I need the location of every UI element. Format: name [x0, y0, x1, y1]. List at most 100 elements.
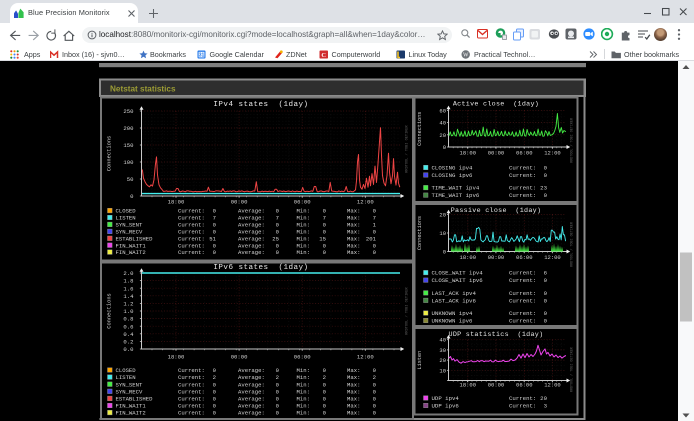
svg-text:UDP statistics (1day): UDP statistics (1day)	[449, 331, 544, 339]
svg-text:0.2: 0.2	[123, 338, 133, 345]
svg-text:20: 20	[439, 211, 446, 218]
svg-text:10: 10	[439, 367, 446, 374]
svg-text:Average:: Average:	[238, 409, 265, 416]
svg-text:Max:: Max:	[347, 402, 360, 409]
svg-text:Min:: Min:	[297, 388, 310, 395]
svg-text:0: 0	[544, 317, 548, 324]
svg-text:20: 20	[540, 395, 547, 402]
svg-text:Current:: Current:	[178, 367, 205, 374]
svg-text:12:00: 12:00	[357, 353, 374, 360]
svg-text:CLOSING ipv6: CLOSING ipv6	[432, 172, 474, 179]
svg-text:Current:: Current:	[509, 289, 536, 296]
svg-text:1.8: 1.8	[123, 277, 133, 284]
svg-text:0.4: 0.4	[123, 330, 134, 337]
svg-text:Average:: Average:	[238, 388, 265, 395]
svg-text:60: 60	[439, 107, 446, 114]
svg-text:Current:: Current:	[509, 164, 536, 171]
svg-text:C: C	[321, 51, 326, 58]
svg-text:ESTABLISHED: ESTABLISHED	[116, 395, 154, 402]
svg-text:Max:: Max:	[347, 367, 360, 374]
svg-text:SYN_RECV: SYN_RECV	[116, 388, 143, 395]
svg-text:0: 0	[544, 297, 548, 304]
svg-text:LAST_ACK ipv4: LAST_ACK ipv4	[432, 289, 477, 296]
svg-text:250: 250	[123, 108, 134, 115]
svg-text:RRDTOOL / TOBI OETIKER: RRDTOOL / TOBI OETIKER	[570, 347, 575, 392]
svg-text:IPv4 states (1day): IPv4 states (1day)	[213, 101, 308, 109]
svg-text:0.6: 0.6	[123, 323, 133, 330]
svg-text:18:00: 18:00	[460, 254, 477, 261]
svg-text:Active close (1day): Active close (1day)	[453, 100, 539, 108]
svg-text:2.0: 2.0	[123, 270, 134, 277]
svg-text:0: 0	[443, 248, 446, 255]
svg-text:00:00: 00:00	[231, 353, 248, 360]
svg-text:Current:: Current:	[509, 184, 536, 191]
svg-text:23: 23	[540, 184, 547, 191]
svg-text:06:00: 06:00	[294, 198, 311, 205]
svg-text:Min:: Min:	[297, 395, 310, 402]
svg-text:40: 40	[439, 119, 446, 126]
svg-text:2: 2	[213, 374, 216, 381]
svg-text:0: 0	[544, 289, 548, 296]
svg-text:RRDTOOL / TOBI OETIKER: RRDTOOL / TOBI OETIKER	[405, 286, 410, 334]
svg-text:UDP ipv4: UDP ipv4	[432, 395, 460, 402]
svg-text:Passive close (1day): Passive close (1day)	[451, 207, 542, 215]
svg-text:00:00: 00:00	[488, 381, 505, 388]
svg-text:31: 31	[199, 52, 205, 58]
svg-text:Min:: Min:	[297, 374, 310, 381]
svg-text:1.6: 1.6	[123, 285, 133, 292]
svg-text:Current:: Current:	[509, 269, 536, 276]
svg-text:00:00: 00:00	[231, 198, 248, 205]
svg-text:LAST_ACK ipv6: LAST_ACK ipv6	[432, 297, 477, 304]
svg-text:Min:: Min:	[297, 367, 310, 374]
svg-text:Current:: Current:	[178, 381, 205, 388]
svg-text:12:00: 12:00	[544, 149, 561, 156]
svg-text:Current:: Current:	[178, 388, 205, 395]
svg-text:FIN_WAIT1: FIN_WAIT1	[116, 402, 147, 409]
svg-text:06:00: 06:00	[516, 254, 533, 261]
svg-text:0: 0	[544, 192, 548, 199]
svg-text:0.8: 0.8	[123, 315, 133, 322]
svg-text:200: 200	[123, 125, 134, 132]
svg-text:18:00: 18:00	[168, 198, 185, 205]
svg-text:Current:: Current:	[178, 374, 205, 381]
svg-text:Average:: Average:	[238, 381, 265, 388]
svg-text:RRDTOOL / TOBI OETIKER: RRDTOOL / TOBI OETIKER	[570, 222, 575, 267]
svg-text:Max:: Max:	[347, 409, 360, 416]
svg-text:TIME_WAIT ipv6: TIME_WAIT ipv6	[432, 192, 480, 199]
svg-text:Average:: Average:	[238, 402, 265, 409]
svg-text:0: 0	[544, 277, 548, 284]
svg-text:Current:: Current:	[178, 409, 205, 416]
svg-text:12:00: 12:00	[544, 381, 561, 388]
svg-text:Connections: Connections	[417, 215, 423, 249]
svg-text:IPv6 states (1day): IPv6 states (1day)	[213, 264, 308, 272]
svg-text:CLOSE_WAIT ipv6: CLOSE_WAIT ipv6	[432, 277, 484, 284]
svg-text:Connections: Connections	[107, 293, 113, 329]
svg-text:Current:: Current:	[509, 192, 536, 199]
svg-text:RRDTOOL / TOBI OETIKER: RRDTOOL / TOBI OETIKER	[405, 124, 410, 172]
svg-text:Max:: Max:	[347, 388, 360, 395]
svg-text:UDP ipv6: UDP ipv6	[432, 402, 460, 409]
svg-text:CLOSE_WAIT ipv4: CLOSE_WAIT ipv4	[432, 269, 484, 276]
svg-text:1.4: 1.4	[123, 292, 134, 299]
svg-text:00:00: 00:00	[488, 254, 505, 261]
svg-text:Listen: Listen	[417, 350, 423, 369]
svg-text:Min:: Min:	[297, 381, 310, 388]
svg-text:12:00: 12:00	[357, 198, 374, 205]
svg-text:Current:: Current:	[509, 277, 536, 284]
svg-text:Current:: Current:	[509, 395, 536, 402]
svg-text:2: 2	[323, 374, 326, 381]
svg-text:Current:: Current:	[509, 402, 536, 409]
svg-text:40: 40	[439, 336, 446, 343]
svg-text:20: 20	[439, 357, 446, 364]
svg-text:Current:: Current:	[509, 297, 536, 304]
svg-text:Current:: Current:	[509, 310, 536, 317]
svg-text:FIN_WAIT2: FIN_WAIT2	[116, 409, 146, 416]
svg-text:2: 2	[373, 374, 376, 381]
svg-text:18:00: 18:00	[460, 381, 477, 388]
svg-text:Average:: Average:	[238, 374, 265, 381]
svg-text:Average:: Average:	[238, 249, 265, 256]
svg-text:1.2: 1.2	[123, 300, 133, 307]
svg-text:0: 0	[443, 144, 446, 151]
svg-text:18:00: 18:00	[168, 353, 185, 360]
svg-text:3: 3	[544, 402, 548, 409]
